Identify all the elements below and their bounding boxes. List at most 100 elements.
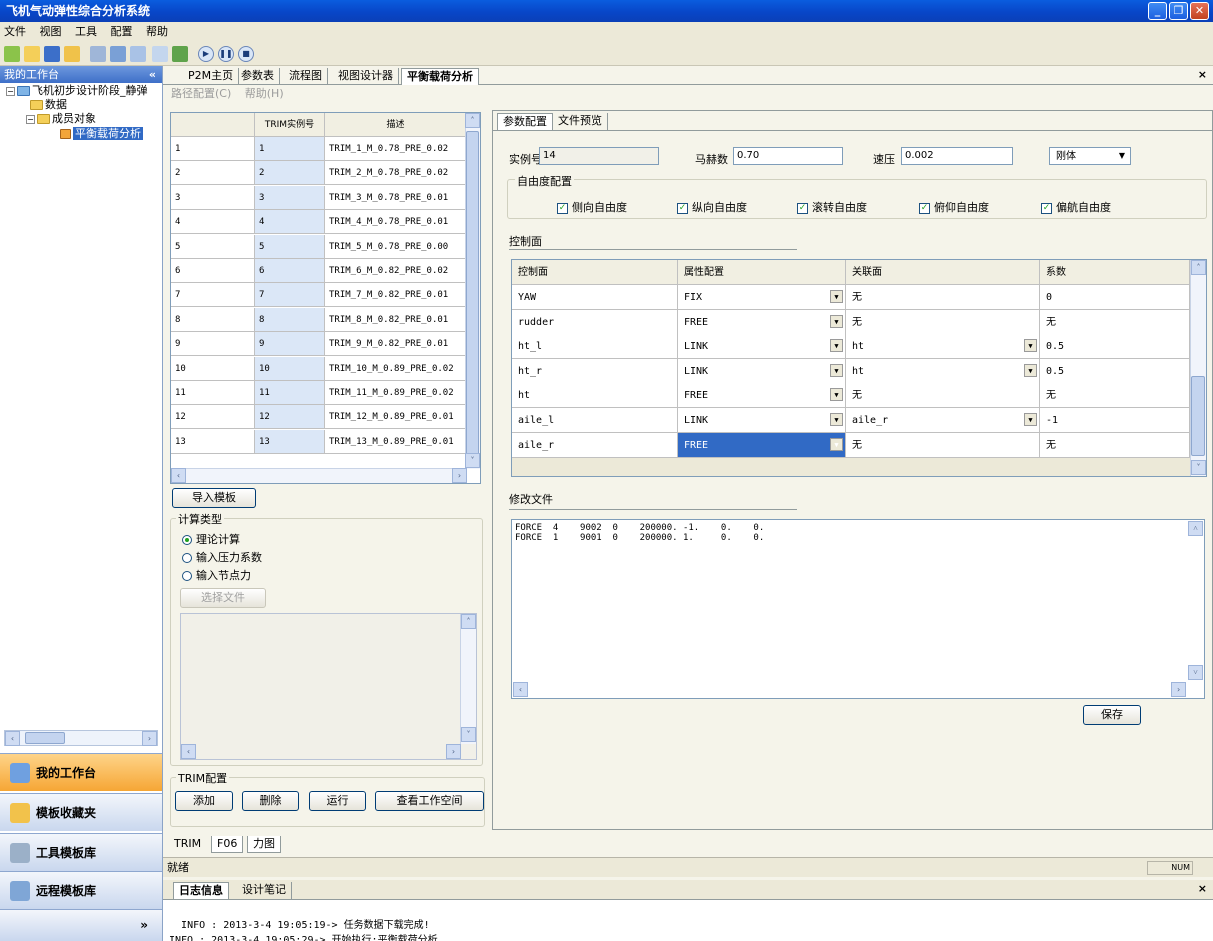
table-cell[interactable]: 0 bbox=[1040, 285, 1190, 310]
nav-more[interactable]: » bbox=[0, 909, 162, 941]
table-cell[interactable]: TRIM_11_M_0.89_PRE_0.02 bbox=[325, 381, 467, 405]
tab-force-chart[interactable]: 力图 bbox=[247, 836, 281, 853]
table-cell[interactable]: 7 bbox=[255, 283, 325, 308]
attr-select[interactable]: FREE ▼ bbox=[678, 432, 846, 458]
table-cell[interactable]: ht bbox=[512, 383, 678, 409]
attr-select[interactable]: LINK ▼ bbox=[678, 334, 846, 360]
table-cell[interactable]: TRIM_4_M_0.78_PRE_0.01 bbox=[325, 210, 467, 235]
dropdown-arrow-icon[interactable]: ▼ bbox=[830, 413, 843, 426]
dropdown-arrow-icon[interactable]: ▼ bbox=[830, 290, 843, 303]
mach-input[interactable]: 0.70 bbox=[733, 147, 843, 165]
open-folder-icon[interactable] bbox=[24, 46, 40, 62]
view-icon[interactable] bbox=[110, 46, 126, 62]
radio-icon[interactable] bbox=[182, 571, 192, 581]
table-cell[interactable]: 10 bbox=[171, 356, 255, 381]
table-row[interactable]: YAW FIX ▼ 无 0 bbox=[512, 285, 1190, 310]
view-workspace-button[interactable]: 查看工作空间 bbox=[375, 791, 484, 811]
column-header[interactable]: TRIM实例号 bbox=[255, 113, 325, 137]
dropdown-arrow-icon[interactable]: ▼ bbox=[830, 339, 843, 353]
column-header[interactable]: 控制面 bbox=[512, 260, 678, 285]
table-row[interactable]: 10 10 TRIM_10_M_0.89_PRE_0.02 bbox=[171, 356, 467, 381]
table-cell[interactable]: TRIM_12_M_0.89_PRE_0.01 bbox=[325, 405, 467, 430]
tab-flowchart[interactable]: 流程图 bbox=[284, 68, 328, 85]
attr-select[interactable]: LINK ▼ bbox=[678, 358, 846, 384]
sidebar-hscrollbar[interactable]: ‹ › bbox=[4, 730, 158, 746]
collapse-box-icon[interactable]: − bbox=[6, 86, 15, 96]
delete-button[interactable]: 删除 bbox=[242, 791, 299, 811]
table-row[interactable]: 2 2 TRIM_2_M_0.78_PRE_0.02 bbox=[171, 161, 467, 186]
checkmark-icon[interactable]: ✓ bbox=[1041, 202, 1052, 214]
collapse-icon[interactable]: « bbox=[149, 66, 156, 83]
new-project-icon[interactable] bbox=[4, 46, 20, 62]
table-cell[interactable]: 12 bbox=[255, 405, 325, 430]
run-button[interactable]: 运行 bbox=[309, 791, 366, 811]
table-row[interactable]: 13 13 TRIM_13_M_0.89_PRE_0.01 bbox=[171, 429, 467, 454]
dropdown-arrow-icon[interactable]: ▼ bbox=[1024, 339, 1037, 353]
table-cell[interactable]: TRIM_1_M_0.78_PRE_0.02 bbox=[325, 137, 467, 161]
table-cell[interactable]: -1 bbox=[1040, 408, 1190, 433]
dof-yaw-checkbox[interactable]: ✓ 偏航自由度 bbox=[1041, 199, 1111, 215]
column-header[interactable]: 系数 bbox=[1040, 260, 1190, 285]
tab-param-config[interactable]: 参数配置 bbox=[497, 113, 553, 130]
scroll-right-icon[interactable]: › bbox=[452, 468, 467, 483]
table-cell[interactable]: 0.5 bbox=[1040, 334, 1190, 360]
dropdown-arrow-icon[interactable]: ▼ bbox=[830, 437, 843, 451]
checkmark-icon[interactable]: ✓ bbox=[919, 202, 930, 214]
menu-config[interactable]: 配置 bbox=[111, 25, 133, 38]
scroll-down-icon[interactable]: ˅ bbox=[465, 453, 480, 468]
table-cell[interactable]: 0.5 bbox=[1040, 358, 1190, 384]
table-cell[interactable]: 11 bbox=[171, 381, 255, 405]
scroll-up-icon[interactable]: ˄ bbox=[1191, 260, 1206, 275]
menu-view[interactable]: 视图 bbox=[40, 25, 62, 38]
table-cell[interactable]: aile_r bbox=[512, 432, 678, 458]
import-template-button[interactable]: 导入模板 bbox=[172, 488, 256, 508]
dropdown-arrow-icon[interactable]: ▼ bbox=[830, 363, 843, 377]
table-cell[interactable]: TRIM_13_M_0.89_PRE_0.01 bbox=[325, 429, 467, 454]
scroll-up-icon[interactable]: ˄ bbox=[1188, 521, 1203, 536]
menu-file[interactable]: 文件 bbox=[4, 25, 26, 38]
radio-node-force[interactable]: 输入节点力 bbox=[182, 567, 251, 583]
table-cell[interactable]: 3 bbox=[171, 185, 255, 210]
tab-file-preview[interactable]: 文件预览 bbox=[553, 113, 608, 130]
open-file-icon[interactable] bbox=[64, 46, 80, 62]
table-cell[interactable]: 5 bbox=[171, 234, 255, 259]
scroll-down-icon[interactable]: ˅ bbox=[461, 727, 476, 742]
attr-select[interactable]: FIX ▼ bbox=[678, 285, 846, 310]
table-cell[interactable]: 8 bbox=[171, 307, 255, 332]
dropdown-arrow-icon[interactable]: ▼ bbox=[1024, 363, 1037, 377]
table-row[interactable]: ht_l LINK ▼ ht ▼ 0.5 bbox=[512, 334, 1190, 360]
column-header[interactable]: 属性配置 bbox=[678, 260, 846, 285]
dropdown-arrow-icon[interactable]: ▼ bbox=[830, 388, 843, 402]
link-surface-cell[interactable]: 无 bbox=[846, 309, 1040, 335]
table-cell[interactable]: YAW bbox=[512, 285, 678, 310]
scroll-down-icon[interactable]: ˅ bbox=[1191, 460, 1206, 475]
scroll-left-icon[interactable]: ‹ bbox=[181, 744, 196, 759]
nav-tool-templates[interactable]: 工具模板库 bbox=[0, 833, 162, 871]
deploy-icon[interactable] bbox=[172, 46, 188, 62]
table-cell[interactable]: 12 bbox=[171, 405, 255, 430]
modify-file-textarea[interactable]: FORCE 4 9002 0 200000. -1. 0. 0. FORCE 1… bbox=[511, 519, 1205, 699]
scroll-right-icon[interactable]: › bbox=[142, 731, 157, 746]
table-cell[interactable]: TRIM_7_M_0.82_PRE_0.01 bbox=[325, 283, 467, 308]
table-cell[interactable]: 3 bbox=[255, 185, 325, 210]
link-surface-cell[interactable]: 无 bbox=[846, 285, 1040, 310]
scroll-left-icon[interactable]: ‹ bbox=[171, 468, 186, 483]
table-row[interactable]: 9 9 TRIM_9_M_0.82_PRE_0.01 bbox=[171, 332, 467, 357]
table-cell[interactable]: 8 bbox=[255, 307, 325, 332]
table-cell[interactable]: TRIM_5_M_0.78_PRE_0.00 bbox=[325, 234, 467, 259]
dropdown-arrow-icon[interactable]: ▼ bbox=[1115, 149, 1129, 163]
table-cell[interactable]: TRIM_6_M_0.82_PRE_0.02 bbox=[325, 259, 467, 283]
link-surface-cell[interactable]: ht ▼ bbox=[846, 358, 1040, 384]
scroll-left-icon[interactable]: ‹ bbox=[513, 682, 528, 697]
more-chevron-icon[interactable]: » bbox=[140, 918, 148, 932]
dof-pitch-checkbox[interactable]: ✓ 俯仰自由度 bbox=[919, 199, 989, 215]
tree-root[interactable]: − 飞机初步设计阶段_静弹 bbox=[6, 84, 148, 98]
attr-select[interactable]: LINK ▼ bbox=[678, 408, 846, 433]
menu-path-config[interactable]: 路径配置(C) bbox=[171, 87, 231, 100]
table-row[interactable]: aile_l LINK ▼ aile_r ▼ -1 bbox=[512, 408, 1190, 433]
tab-log-info[interactable]: 日志信息 bbox=[173, 882, 229, 899]
minimize-button[interactable]: _ bbox=[1148, 2, 1167, 20]
table-row[interactable]: 4 4 TRIM_4_M_0.78_PRE_0.01 bbox=[171, 210, 467, 235]
scroll-right-icon[interactable]: › bbox=[446, 744, 461, 759]
tree-data[interactable]: 数据 bbox=[30, 98, 67, 112]
